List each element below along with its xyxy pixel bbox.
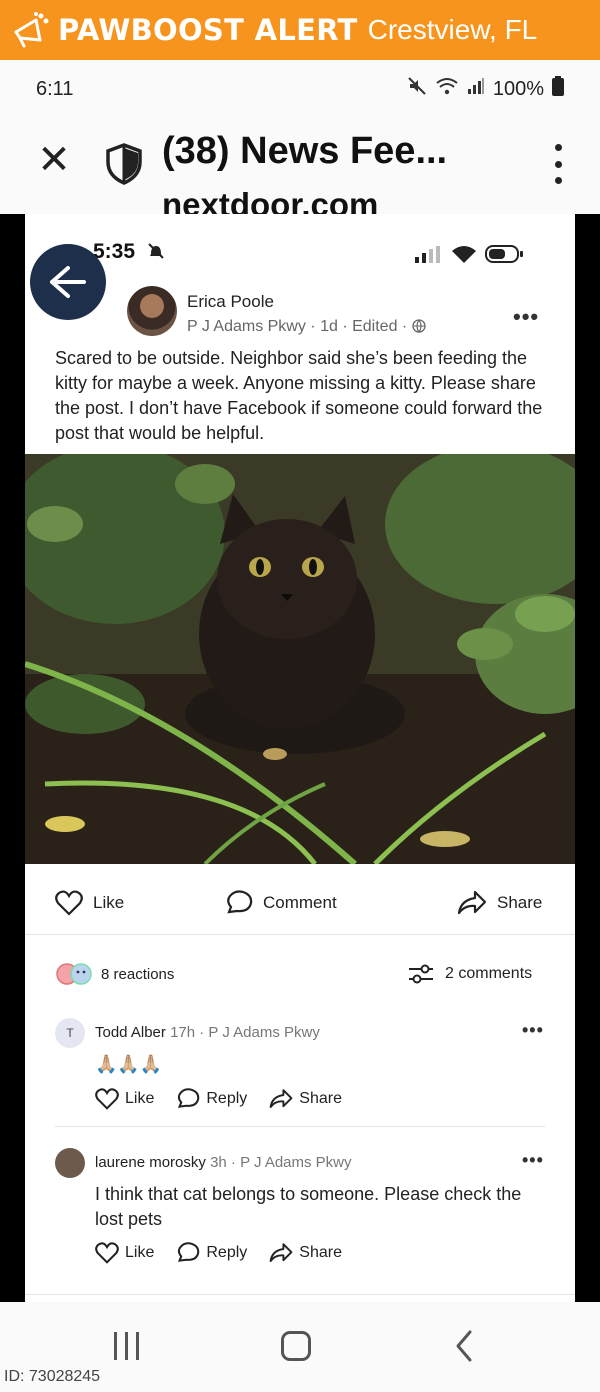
comment-share-label: Share [299, 1244, 342, 1261]
comment-like-label: Like [125, 1090, 155, 1107]
share-label: Share [497, 893, 543, 912]
back-button[interactable] [30, 244, 106, 320]
home-icon[interactable] [281, 1331, 311, 1361]
post-body: Scared to be outside. Neighbor said she’… [55, 348, 543, 443]
divider [25, 934, 575, 935]
page-url[interactable]: nextdoor.com [162, 184, 378, 214]
nextdoor-post: 5:35 Erica Poole P J Adams Pkwy · 1d · E… [25, 214, 575, 1302]
mute-icon [407, 76, 427, 102]
inner-battery-icon [485, 244, 525, 269]
comment-actions: Like Reply Share [95, 1088, 342, 1110]
megaphone-paw-icon [8, 8, 52, 52]
comment-header: Todd Alber 17h · P J Adams Pkwy [95, 1024, 320, 1041]
comment-reply-button[interactable]: Reply [176, 1088, 247, 1110]
comments-count: 2 comments [445, 965, 533, 982]
post-actions: Like Comment Share [25, 884, 575, 924]
comment-options-icon[interactable]: ••• [522, 1150, 544, 1171]
comment-actions: Like Reply Share [95, 1242, 342, 1264]
signal-icon [467, 77, 485, 101]
heart-icon [95, 1088, 119, 1110]
shield-icon[interactable] [104, 142, 144, 191]
comment-like-button[interactable]: Like [95, 1088, 154, 1110]
inner-signal-icon [415, 246, 441, 269]
comment-item: T Todd Alber 17h · P J Adams Pkwy ••• 🙏🏼… [55, 1018, 555, 1128]
comment-header: laurene morosky 3h · P J Adams Pkwy [95, 1154, 352, 1171]
comment-meta: 17h · P J Adams Pkwy [170, 1024, 320, 1041]
sort-sliders-icon [409, 964, 433, 984]
comment-like-button[interactable]: Like [95, 1242, 154, 1264]
browser-toolbar: ✕ (38) News Fee... nextdoor.com [0, 118, 600, 214]
image-id-watermark: ID: 73028245 [4, 1368, 101, 1385]
post-options-icon[interactable]: ••• [513, 304, 539, 330]
comment-item: laurene morosky 3h · P J Adams Pkwy ••• … [55, 1148, 555, 1278]
close-icon[interactable]: ✕ [34, 140, 74, 180]
banner-city: Crestview, FL [367, 14, 538, 45]
comment-body: 🙏🏼🙏🏼🙏🏼 [95, 1054, 163, 1074]
divider [25, 1294, 575, 1295]
heart-icon [55, 890, 83, 916]
pawboost-banner: PAWBOOST ALERT Crestview, FL [0, 0, 600, 60]
arrow-left-icon [50, 266, 86, 298]
reaction-emojis-icon [56, 963, 92, 985]
comment-share-button[interactable]: Share [269, 1088, 342, 1110]
overflow-menu-icon[interactable] [548, 144, 568, 184]
recent-apps-icon[interactable] [114, 1332, 139, 1360]
speech-bubble-icon [227, 890, 253, 914]
reactions-summary[interactable]: 8 reactions [55, 962, 174, 986]
inner-mute-icon [147, 242, 165, 265]
speech-bubble-icon [178, 1242, 200, 1262]
author-name[interactable]: Erica Poole [187, 292, 274, 312]
battery-icon [552, 76, 564, 102]
post-author: Erica Poole P J Adams Pkwy · 1d · Edited… [127, 286, 547, 342]
inner-wifi-icon [451, 244, 477, 269]
comment-button[interactable]: Comment [225, 890, 337, 916]
post-meta-text: P J Adams Pkwy · 1d · Edited · [187, 318, 408, 335]
heart-icon [95, 1242, 119, 1264]
system-back-icon[interactable] [452, 1328, 476, 1369]
comment-meta: 3h · P J Adams Pkwy [210, 1154, 352, 1171]
comment-label: Comment [263, 893, 337, 912]
comment-reply-label: Reply [206, 1090, 248, 1107]
share-arrow-icon [457, 890, 487, 915]
share-arrow-icon [269, 1089, 293, 1108]
globe-icon [412, 319, 426, 338]
comment-reply-label: Reply [206, 1244, 248, 1261]
wifi-icon [435, 76, 459, 102]
commenter-name[interactable]: laurene morosky [95, 1154, 206, 1171]
status-time: 6:11 [36, 77, 74, 100]
comment-reply-button[interactable]: Reply [176, 1242, 247, 1264]
comment-body: I think that cat belongs to someone. Ple… [95, 1184, 522, 1229]
share-arrow-icon [269, 1243, 293, 1262]
page-title: (38) News Fee... [162, 130, 448, 172]
comment-like-label: Like [125, 1244, 155, 1261]
comment-share-button[interactable]: Share [269, 1242, 342, 1264]
commenter-avatar[interactable] [55, 1148, 85, 1178]
comments-summary[interactable]: 2 comments [407, 962, 532, 986]
comment-options-icon[interactable]: ••• [522, 1020, 544, 1041]
inner-status-bar: 5:35 [25, 240, 575, 274]
speech-bubble-icon [178, 1088, 200, 1108]
like-button[interactable]: Like [55, 890, 124, 916]
post-meta: P J Adams Pkwy · 1d · Edited · [187, 318, 426, 338]
cat-photo[interactable] [25, 454, 575, 864]
embedded-screenshot: 5:35 Erica Poole P J Adams Pkwy · 1d · E… [0, 214, 600, 1302]
banner-brand: PAWBOOST ALERT [58, 13, 358, 47]
commenter-name[interactable]: Todd Alber [95, 1024, 166, 1041]
divider [55, 1126, 545, 1127]
like-label: Like [93, 893, 125, 912]
reactions-count: 8 reactions [101, 965, 175, 983]
status-bar: 6:11 100% [0, 60, 600, 118]
comment-share-label: Share [299, 1090, 342, 1107]
share-button[interactable]: Share [457, 890, 542, 916]
commenter-avatar[interactable]: T [55, 1018, 85, 1048]
battery-percent: 100% [492, 77, 544, 100]
author-avatar[interactable] [127, 286, 177, 336]
